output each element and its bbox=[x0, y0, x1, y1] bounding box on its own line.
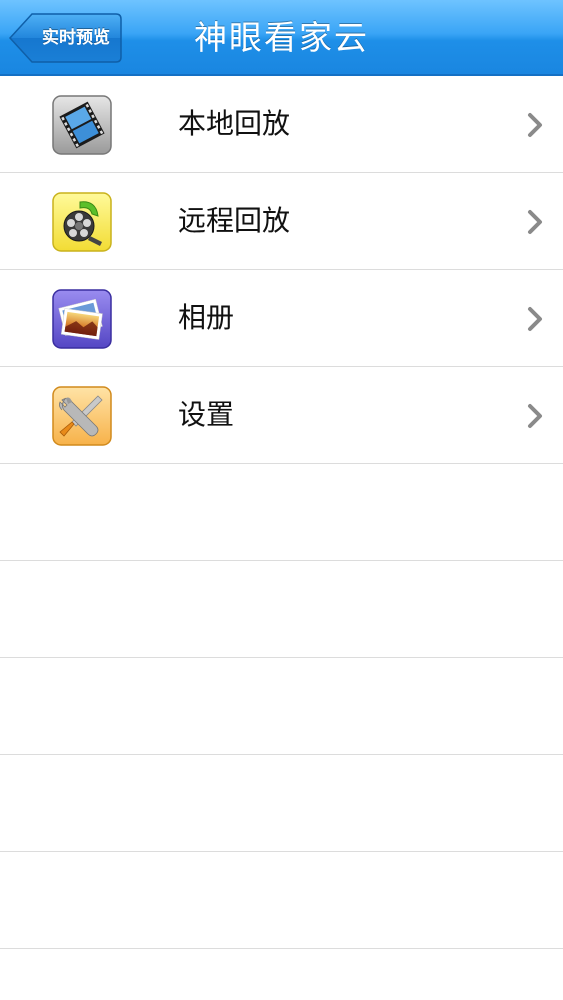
chevron-right-icon bbox=[525, 209, 547, 235]
photo-album-icon bbox=[52, 289, 112, 349]
empty-table-row bbox=[0, 464, 563, 561]
page-title: 神眼看家云 bbox=[194, 18, 369, 57]
empty-table-row bbox=[0, 852, 563, 949]
empty-table-row bbox=[0, 658, 563, 755]
menu-list: 本地回放 远程回放 相册 设置 bbox=[0, 76, 563, 949]
menu-item-label: 设置 bbox=[178, 398, 235, 431]
back-button[interactable]: 实时预览 bbox=[8, 12, 123, 64]
menu-item-remote-playback[interactable]: 远程回放 bbox=[0, 173, 563, 270]
menu-item-album[interactable]: 相册 bbox=[0, 270, 563, 367]
back-button-label: 实时预览 bbox=[42, 28, 110, 48]
wrench-screwdriver-icon bbox=[52, 386, 112, 446]
menu-item-label: 相册 bbox=[178, 301, 235, 334]
empty-table-row bbox=[0, 755, 563, 852]
menu-item-label: 本地回放 bbox=[178, 107, 291, 140]
menu-item-local-playback[interactable]: 本地回放 bbox=[0, 76, 563, 173]
navigation-bar: 实时预览 神眼看家云 bbox=[0, 0, 563, 76]
film-reel-icon bbox=[52, 192, 112, 252]
menu-item-label: 远程回放 bbox=[178, 204, 291, 237]
chevron-right-icon bbox=[525, 306, 547, 332]
menu-item-settings[interactable]: 设置 bbox=[0, 367, 563, 464]
film-strip-icon bbox=[52, 95, 112, 155]
chevron-right-icon bbox=[525, 112, 547, 138]
empty-table-row bbox=[0, 561, 563, 658]
app-screen: 实时预览 神眼看家云 本地回放 远程回放 相册 设置 bbox=[0, 0, 563, 1000]
chevron-right-icon bbox=[525, 403, 547, 429]
